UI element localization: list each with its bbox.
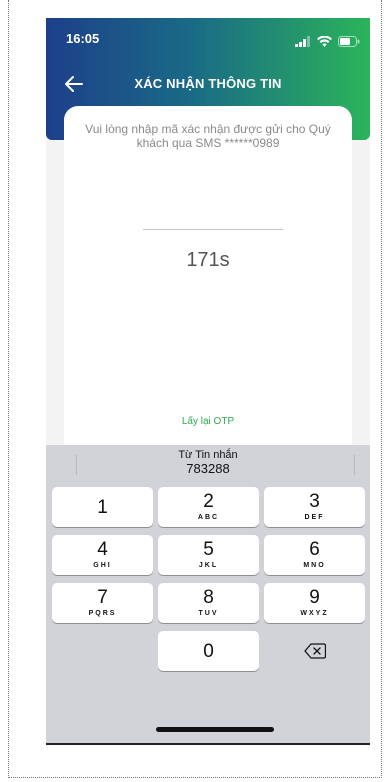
signal-icon <box>295 32 311 51</box>
otp-suggestion-bar: Từ Tin nhắn 783288 <box>46 445 370 485</box>
key-letters: ABC <box>197 514 220 521</box>
key-6[interactable]: 6 MNO <box>264 535 365 575</box>
backspace-icon <box>303 643 326 663</box>
wifi-icon <box>317 32 332 51</box>
key-number: 7 <box>97 587 108 608</box>
key-letters: GHI <box>93 562 112 569</box>
otp-autofill-suggestion[interactable]: Từ Tin nhắn 783288 <box>136 449 280 476</box>
key-number: 8 <box>203 587 214 608</box>
key-0[interactable]: 0 <box>158 631 259 671</box>
key-number: 4 <box>97 539 108 560</box>
key-9[interactable]: 9 WXYZ <box>264 583 365 623</box>
key-number: 2 <box>203 491 214 512</box>
key-2[interactable]: 2 ABC <box>158 487 259 527</box>
key-letters: JKL <box>198 562 219 569</box>
key-1[interactable]: 1 <box>52 487 153 527</box>
key-number: 5 <box>203 539 214 560</box>
key-letters: TUV <box>198 610 219 617</box>
key-8[interactable]: 8 TUV <box>158 583 259 623</box>
phone-screen: 16:05 XÁC NHẬN THÔNG TIN Vui lòng nhập m… <box>46 18 370 743</box>
key-letters: MNO <box>303 562 326 569</box>
key-letters: PQRS <box>88 610 117 617</box>
suggestion-code: 783288 <box>186 461 230 476</box>
numeric-keyboard: Từ Tin nhắn 783288 1 2 ABC 3 DEF 4 GHI 5… <box>46 445 370 743</box>
otp-input-line[interactable] <box>143 229 283 230</box>
home-indicator[interactable] <box>156 727 274 732</box>
key-number: 9 <box>309 587 320 608</box>
key-number: 6 <box>309 539 320 560</box>
key-number: 1 <box>97 497 108 518</box>
nav-bar: XÁC NHẬN THÔNG TIN <box>46 70 370 100</box>
otp-card: Vui lòng nhập mã xác nhận được gửi cho Q… <box>64 106 352 466</box>
key-letters: DEF <box>304 514 325 521</box>
status-time: 16:05 <box>66 31 100 46</box>
page-title: XÁC NHẬN THÔNG TIN <box>134 76 282 91</box>
key-5[interactable]: 5 JKL <box>158 535 259 575</box>
backspace-key[interactable] <box>264 631 365 671</box>
suggestion-divider <box>354 455 355 475</box>
suggestion-source: Từ Tin nhắn <box>178 449 238 461</box>
otp-countdown: 171s <box>186 249 230 271</box>
key-number: 0 <box>203 641 214 662</box>
key-3[interactable]: 3 DEF <box>264 487 365 527</box>
key-letters: WXYZ <box>300 610 329 617</box>
key-number: 3 <box>309 491 320 512</box>
status-bar: 16:05 <box>46 18 370 58</box>
status-icons <box>295 32 360 51</box>
resend-otp-link[interactable]: Lấy lại OTP <box>64 416 352 427</box>
bottom-divider <box>46 743 370 745</box>
otp-instruction: Vui lòng nhập mã xác nhận được gửi cho Q… <box>85 122 331 150</box>
key-4[interactable]: 4 GHI <box>52 535 153 575</box>
suggestion-divider <box>76 455 77 475</box>
battery-icon <box>338 32 360 51</box>
key-7[interactable]: 7 PQRS <box>52 583 153 623</box>
